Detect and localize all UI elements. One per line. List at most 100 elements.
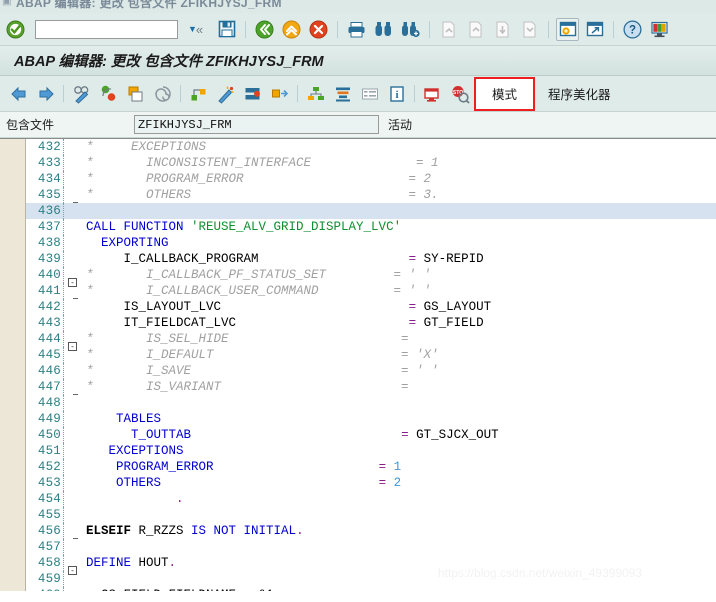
code-line[interactable]: 446 * I_SAVE = ' ' [26, 363, 716, 379]
code-line[interactable]: 449 TABLES [26, 411, 716, 427]
code-lines-container[interactable]: 432 * EXCEPTIONS 433 * INCONSISTENT_INTERFA… [26, 139, 716, 591]
code-line[interactable]: 455 [26, 507, 716, 523]
customize-layout-button[interactable] [648, 18, 671, 41]
check-button[interactable] [96, 81, 121, 106]
window-title-text: ABAP 编辑器: 更改 包含文件 ZFIKHJYSJ_FRM [16, 0, 282, 10]
first-page-button[interactable] [437, 18, 460, 41]
save-button[interactable] [215, 18, 238, 41]
code-text: EXPORTING [86, 236, 169, 250]
create-session-button[interactable] [556, 17, 579, 41]
code-line[interactable]: 451 EXCEPTIONS [26, 443, 716, 459]
code-line[interactable]: 437 CALL FUNCTION 'REUSE_ALV_GRID_DISPLAY… [26, 219, 716, 235]
back-button[interactable] [253, 18, 276, 41]
pattern-button[interactable] [150, 81, 175, 106]
line-number: 453 [26, 475, 64, 491]
mode-button[interactable]: 模式 [474, 76, 536, 111]
line-number: 436 [26, 203, 64, 219]
line-number: 433 [26, 155, 64, 171]
code-line[interactable]: 443 IT_FIELDCAT_LVC = GT_FIELD [26, 315, 716, 331]
line-number: 434 [26, 171, 64, 187]
code-line[interactable]: 454 . [26, 491, 716, 507]
structure-display-button[interactable] [303, 81, 328, 106]
line-number: 440 [26, 267, 64, 283]
code-line[interactable]: 457 [26, 539, 716, 555]
toolbar-separator [414, 85, 415, 102]
command-input[interactable] [36, 20, 188, 38]
next-page-button[interactable] [491, 18, 514, 41]
table-view-button[interactable] [357, 81, 382, 106]
code-line[interactable]: 458- DEFINE HOUT. [26, 555, 716, 575]
activate-button[interactable] [123, 81, 148, 106]
help-button[interactable]: ? [621, 18, 644, 41]
code-line[interactable]: 438 EXPORTING [26, 235, 716, 251]
stack-button[interactable] [330, 81, 355, 106]
code-line[interactable]: 435 * OTHERS = 3. [26, 187, 716, 203]
code-text: CALL FUNCTION 'REUSE_ALV_GRID_DISPLAY_LV… [86, 220, 402, 234]
code-line[interactable]: 452 PROGRAM_ERROR = 1 [26, 459, 716, 475]
line-number: 451 [26, 443, 64, 459]
print-button[interactable] [345, 18, 368, 41]
code-line[interactable]: 442 IS_LAYOUT_LVC = GS_LAYOUT [26, 299, 716, 315]
code-line[interactable]: 439 I_CALLBACK_PROGRAM = SY-REPID [26, 251, 716, 267]
toolbar-separator [63, 85, 64, 102]
code-text: ELSEIF R_RZZS IS NOT INITIAL. [86, 524, 304, 538]
back-nav-button[interactable] [6, 81, 31, 106]
toolbar-separator [613, 20, 614, 38]
command-field[interactable]: ▼ [35, 19, 197, 39]
code-line[interactable]: 433 * INCONSISTENT_INTERFACE = 1 [26, 155, 716, 171]
code-text: PROGRAM_ERROR = 1 [86, 460, 402, 474]
code-text: IT_FIELDCAT_LVC = GT_FIELD [86, 316, 484, 330]
code-line[interactable]: 440- * I_CALLBACK_PF_STATUS_SET = ' ' [26, 267, 716, 287]
line-number: 432 [26, 139, 64, 155]
pretty-printer-text-button[interactable]: 程序美化器 [537, 79, 622, 109]
where-used-button[interactable] [186, 81, 211, 106]
pretty-printer-button[interactable] [213, 81, 238, 106]
code-line[interactable]: 459 [26, 571, 716, 587]
code-line[interactable]: 436 [26, 203, 716, 219]
code-line[interactable]: 444- * IS_SEL_HIDE = [26, 331, 716, 351]
svg-text:?: ? [629, 24, 636, 36]
find-button[interactable] [372, 18, 395, 41]
code-line[interactable]: 448 [26, 395, 716, 411]
code-editor[interactable]: 432 * EXCEPTIONS 433 * INCONSISTENT_INTERFA… [0, 138, 716, 591]
code-line[interactable]: 450 T_OUTTAB = GT_SJCX_OUT [26, 427, 716, 443]
display-change-button[interactable] [69, 81, 94, 106]
include-label: 包含文件 [6, 118, 55, 132]
code-line[interactable]: 456 ELSEIF R_RZZS IS NOT INITIAL. [26, 523, 716, 539]
last-page-button[interactable] [518, 18, 541, 41]
info-button[interactable]: i [384, 81, 409, 106]
code-line[interactable]: 447 * IS_VARIANT = [26, 379, 716, 395]
cancel-button[interactable] [307, 18, 330, 41]
menu-expand-button[interactable]: « [188, 18, 211, 41]
create-shortcut-button[interactable] [583, 18, 606, 41]
exit-button[interactable] [280, 18, 303, 41]
green-check-icon[interactable] [4, 18, 27, 41]
code-line[interactable]: 441 * I_CALLBACK_USER_COMMAND = ' ' [26, 283, 716, 299]
window-title-bar: ▣ ABAP 编辑器: 更改 包含文件 ZFIKHJYSJ_FRM [0, 0, 716, 13]
forward-nav-button[interactable] [33, 81, 58, 106]
line-number: 446 [26, 363, 64, 379]
toolbar-separator [245, 20, 246, 38]
line-number: 449 [26, 411, 64, 427]
code-line[interactable]: 453 OTHERS = 2 [26, 475, 716, 491]
navigate-button[interactable] [267, 81, 292, 106]
editor-margin-strip [0, 139, 26, 591]
system-toolbar: ▼ « ? [0, 13, 716, 46]
previous-page-button[interactable] [464, 18, 487, 41]
code-text: * IS_VARIANT = [86, 380, 409, 394]
line-number: 448 [26, 395, 64, 411]
code-line[interactable]: 460 GS_FIELD-FIELDNAME = &1. [26, 587, 716, 591]
line-number: 450 [26, 427, 64, 443]
find-next-button[interactable] [399, 18, 422, 41]
code-text: * OTHERS = 3. [86, 188, 439, 202]
debug-button[interactable] [420, 81, 445, 106]
code-line[interactable]: 445 * I_DEFAULT = 'X' [26, 347, 716, 363]
code-line[interactable]: 434 * PROGRAM_ERROR = 2 [26, 171, 716, 187]
code-line[interactable]: 432 * EXCEPTIONS [26, 139, 716, 155]
breakpoint-button[interactable]: STO [447, 81, 472, 106]
code-text: EXCEPTIONS [86, 444, 184, 458]
other-object-button[interactable] [240, 81, 265, 106]
include-name-field[interactable] [134, 115, 379, 134]
include-name-input[interactable] [135, 116, 378, 133]
line-number: 441 [26, 283, 64, 299]
